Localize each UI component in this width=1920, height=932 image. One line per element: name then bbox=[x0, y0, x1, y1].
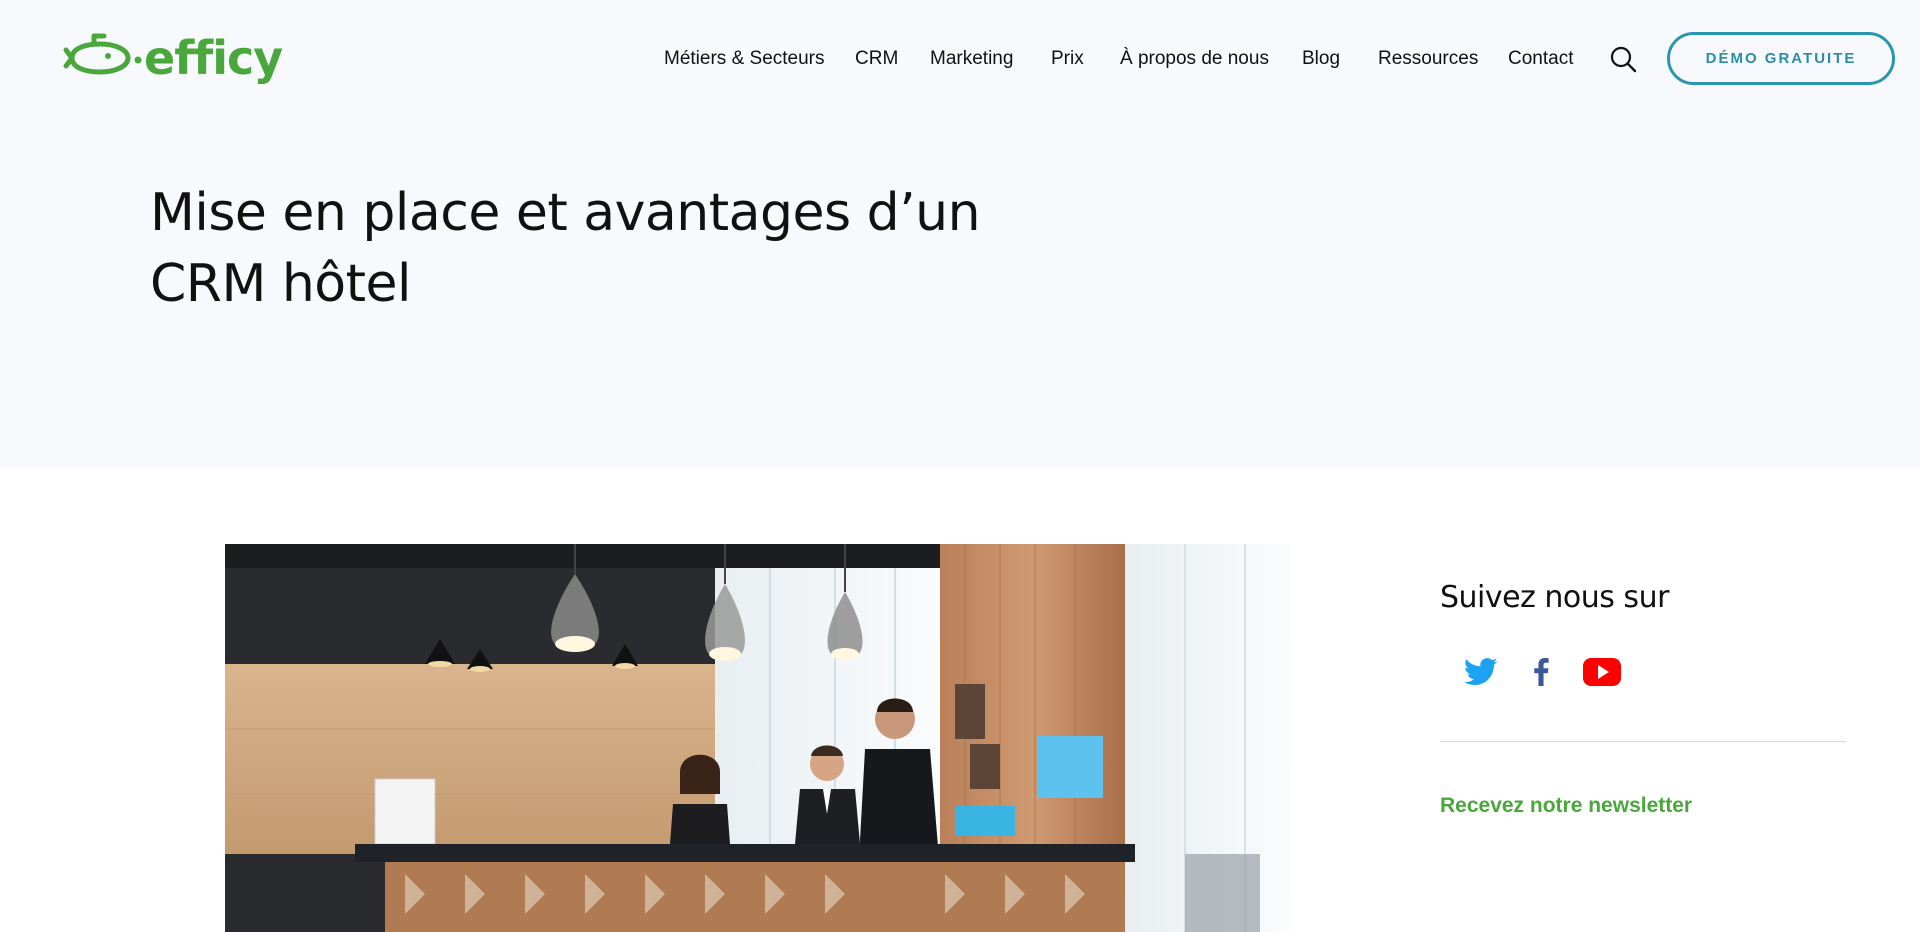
twitter-link[interactable] bbox=[1462, 654, 1500, 690]
nav-item-blog[interactable]: Blog bbox=[1302, 44, 1340, 74]
newsletter-link[interactable]: Recevez notre newsletter bbox=[1440, 794, 1692, 818]
page-title: Mise en place et avantages d’un CRM hôte… bbox=[150, 178, 1050, 320]
youtube-icon bbox=[1583, 658, 1621, 686]
demo-gratuite-button[interactable]: DÉMO GRATUITE bbox=[1667, 32, 1895, 85]
hotel-reception-photo bbox=[225, 544, 1290, 932]
youtube-link[interactable] bbox=[1582, 654, 1622, 690]
nav-item-prix[interactable]: Prix bbox=[1051, 44, 1084, 74]
sidebar-divider bbox=[1440, 741, 1846, 742]
twitter-icon bbox=[1464, 658, 1498, 686]
facebook-link[interactable] bbox=[1530, 654, 1552, 690]
nav-item-contact[interactable]: Contact bbox=[1508, 44, 1573, 74]
facebook-icon bbox=[1534, 658, 1549, 686]
page-title-line1: Mise en place et avantages d’un bbox=[150, 183, 981, 243]
nav-item-ressources[interactable]: Ressources bbox=[1378, 44, 1478, 74]
page-title-line2: CRM hôtel bbox=[150, 254, 411, 314]
nav-item-metiers-secteurs[interactable]: Métiers & Secteurs bbox=[664, 44, 825, 74]
search-icon bbox=[1610, 46, 1637, 73]
search-button[interactable] bbox=[1608, 44, 1638, 74]
nav-item-marketing[interactable]: Marketing bbox=[930, 44, 1013, 74]
nav-item-a-propos[interactable]: À propos de nous bbox=[1120, 44, 1269, 74]
article-hero-image bbox=[225, 544, 1290, 932]
nav-item-crm[interactable]: CRM bbox=[855, 44, 898, 74]
follow-title: Suivez nous sur bbox=[1440, 580, 1669, 615]
